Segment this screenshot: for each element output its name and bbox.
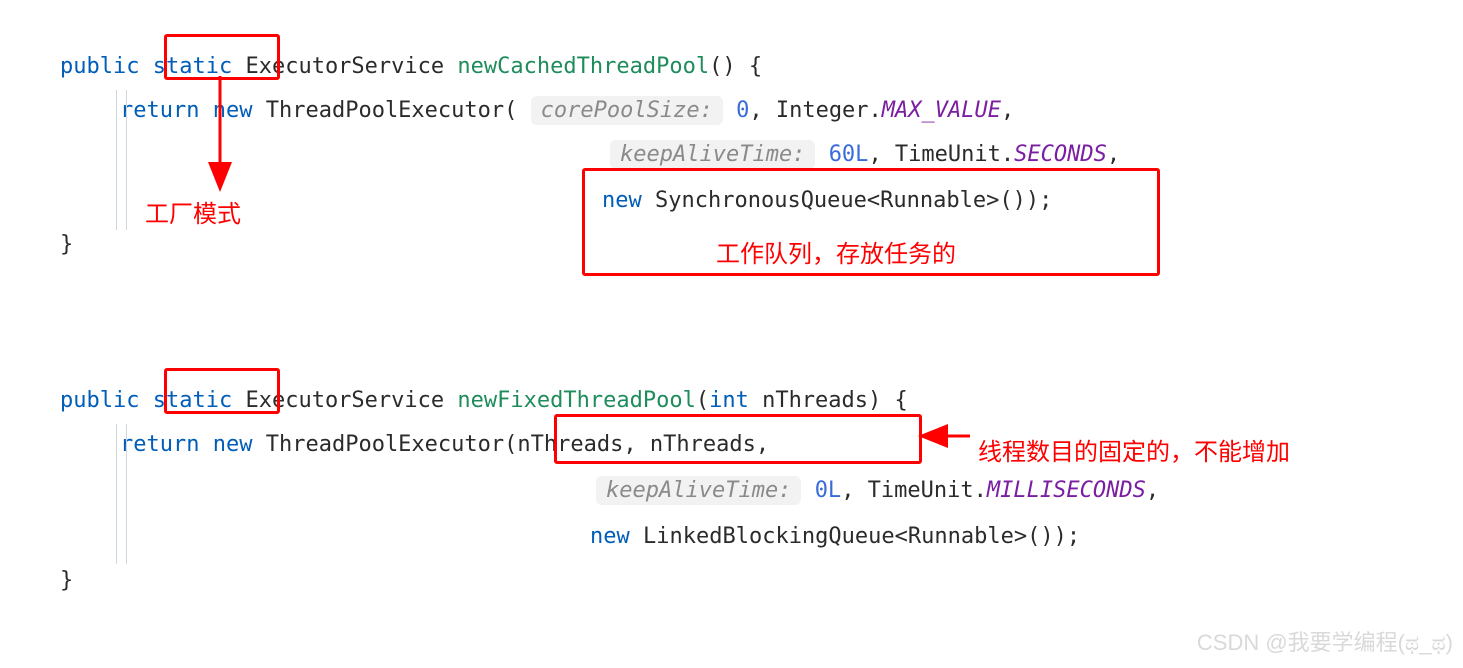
guide-line [126, 424, 127, 564]
red-box-static-2 [164, 368, 280, 414]
guide-line [126, 90, 127, 230]
guide-line [116, 90, 117, 230]
annotation-fixed: 线程数目的固定的，不能增加 [978, 430, 1290, 476]
annotation-queue: 工作队列，存放任务的 [716, 232, 956, 278]
guide-line [116, 424, 117, 564]
code-line-2-3: keepAliveTime: 0L, TimeUnit.MILLISECONDS… [596, 470, 1159, 512]
watermark: CSDN @我要学编程(ಥ_ಥ) [1197, 622, 1453, 664]
code-line-2-4: new LinkedBlockingQueue<Runnable>()); [590, 516, 1080, 558]
red-box-static-1 [164, 34, 280, 80]
code-line-2-close: } [60, 560, 73, 602]
annotation-factory: 工厂模式 [145, 192, 241, 238]
code-line-1-close: } [60, 224, 73, 266]
red-box-nthreads [554, 414, 922, 464]
code-line-1-2: return new ThreadPoolExecutor( corePoolS… [120, 90, 1014, 132]
